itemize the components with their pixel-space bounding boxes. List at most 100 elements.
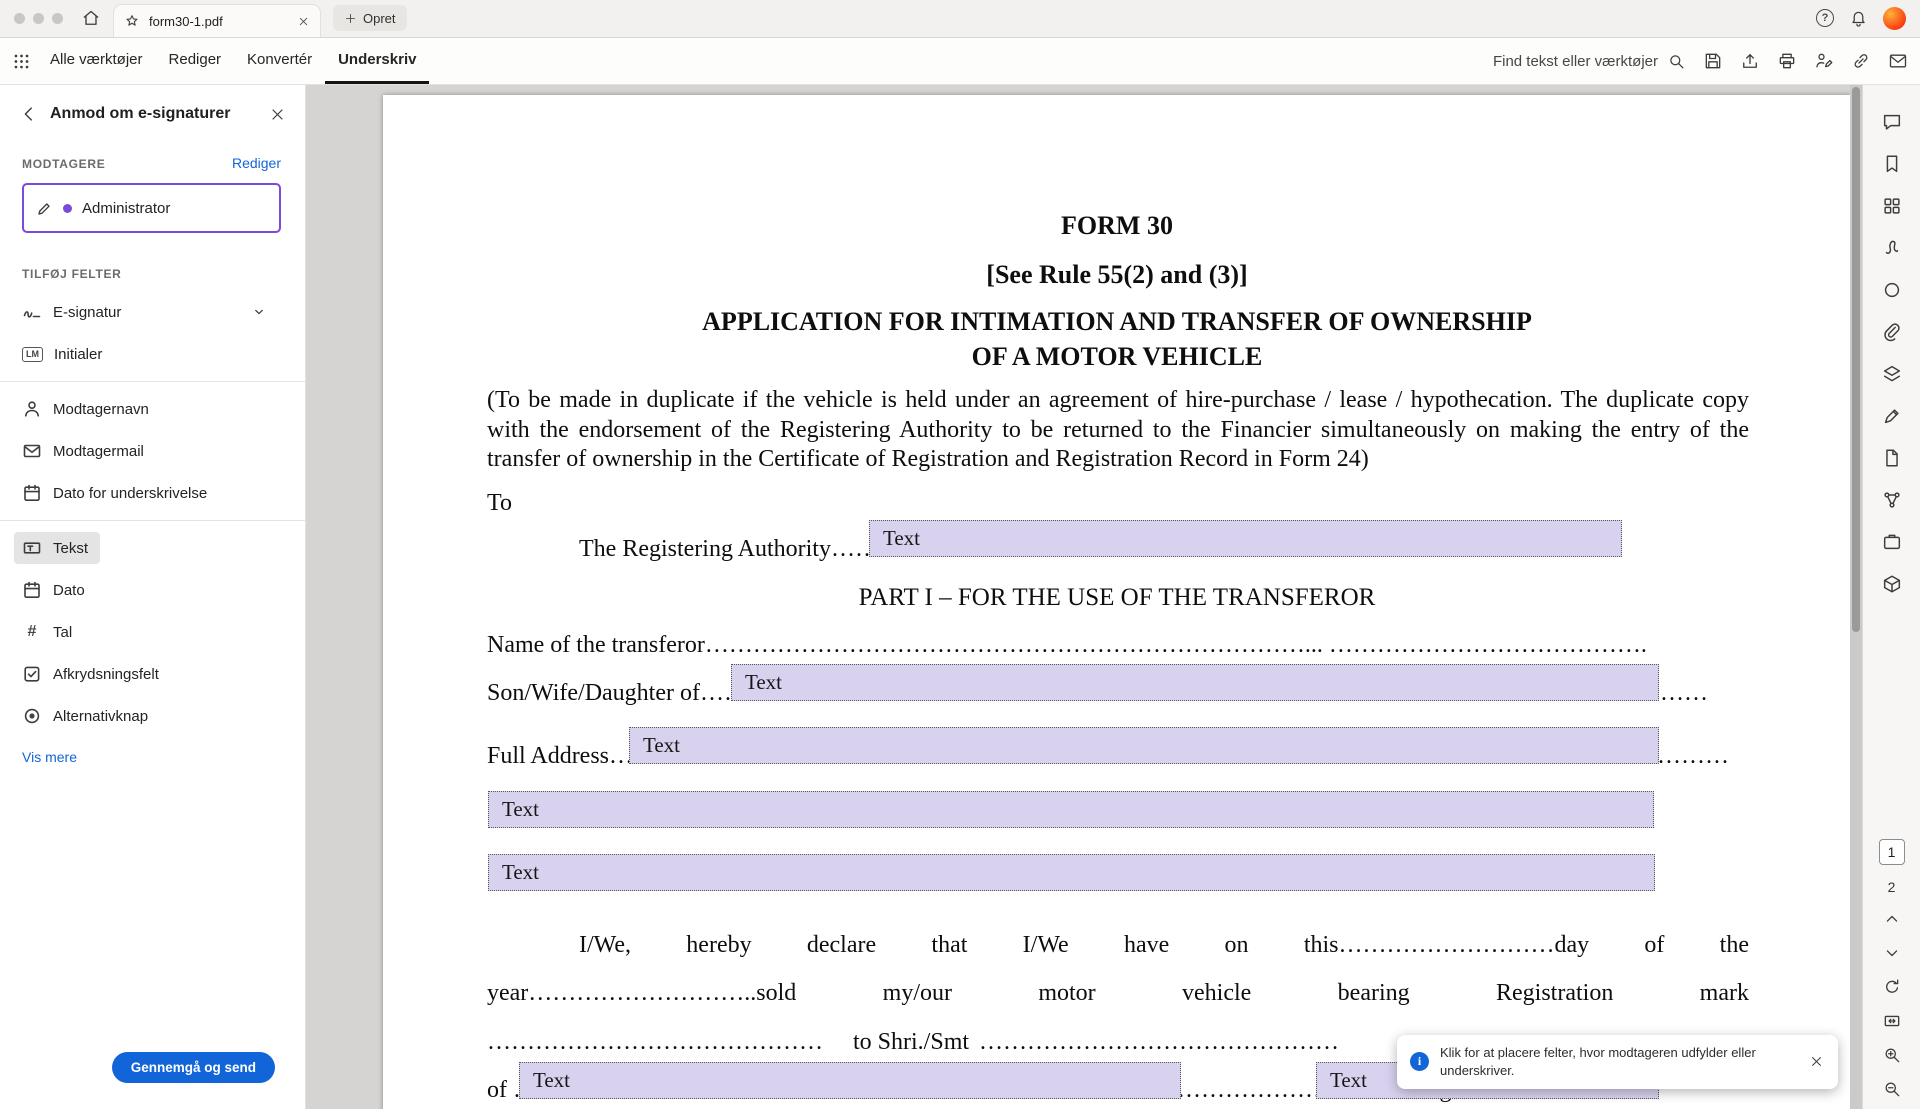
- esign-request-panel: Anmod om e-signaturer MODTAGERE Rediger …: [0, 85, 306, 1109]
- save-button[interactable]: [1703, 51, 1723, 71]
- doc-title: FORM 30: [383, 211, 1851, 241]
- pen-icon: [36, 200, 53, 217]
- document-canvas[interactable]: FORM 30 [See Rule 55(2) and (3)] APPLICA…: [306, 85, 1862, 1109]
- pen-nib-icon: [1881, 405, 1903, 427]
- checkbox-icon: [22, 664, 42, 684]
- print-button[interactable]: [1777, 51, 1797, 71]
- rotate-icon: [1882, 977, 1902, 997]
- share-button[interactable]: [1740, 51, 1760, 71]
- document-icon: [1881, 447, 1903, 469]
- star-icon[interactable]: [124, 13, 140, 29]
- attachments-tool[interactable]: [1881, 321, 1903, 343]
- link-icon: [1851, 51, 1871, 71]
- browser-bar: form30-1.pdf Opret ?: [0, 0, 1920, 38]
- zoom-in-button[interactable]: [1882, 1045, 1902, 1065]
- bookmark-icon: [1881, 153, 1903, 175]
- home-button[interactable]: [81, 8, 101, 28]
- doc-name-line: Name of the transferor…………………………………………………: [487, 632, 1765, 659]
- close-tab-icon[interactable]: [297, 15, 310, 28]
- recipient-name: Administrator: [82, 200, 170, 217]
- doc-intro-paragraph: (To be made in duplicate if the vehicle …: [487, 386, 1749, 475]
- circle-icon: [1881, 279, 1903, 301]
- window-controls[interactable]: [14, 13, 63, 24]
- text-field-son-of[interactable]: Text: [731, 664, 1659, 701]
- save-icon: [1703, 51, 1723, 71]
- chevron-down-icon: [1882, 943, 1902, 963]
- field-item-date[interactable]: Dato: [0, 569, 305, 611]
- total-pages: 2: [1888, 879, 1896, 895]
- menu-edit[interactable]: Rediger: [156, 38, 235, 84]
- field-item-checkbox[interactable]: Afkrydsningsfelt: [0, 653, 305, 695]
- signatures-tool[interactable]: [1881, 237, 1903, 259]
- close-panel-button[interactable]: [268, 105, 287, 124]
- notes-tool[interactable]: [1881, 447, 1903, 469]
- draw-tool[interactable]: [1881, 405, 1903, 427]
- field-item-recipient-mail[interactable]: Modtagermail: [0, 430, 305, 472]
- menu-convert[interactable]: Konvertér: [234, 38, 325, 84]
- profile-avatar[interactable]: [1883, 7, 1906, 30]
- recipient-field[interactable]: Administrator: [22, 183, 281, 233]
- link-button[interactable]: [1851, 51, 1871, 71]
- comments-tool[interactable]: [1881, 111, 1903, 133]
- find-tools-search[interactable]: Find tekst eller værktøjer: [1493, 52, 1686, 71]
- help-icon[interactable]: ?: [1816, 9, 1834, 27]
- panel-title: Anmod om e-signaturer: [50, 105, 258, 123]
- text-field-authority[interactable]: Text: [869, 520, 1622, 557]
- nodes-icon: [1881, 489, 1903, 511]
- menu-all-tools[interactable]: Alle værktøjer: [37, 38, 156, 84]
- next-page-button[interactable]: [1882, 943, 1902, 963]
- field-item-number[interactable]: # Tal: [0, 611, 305, 653]
- zoom-in-icon: [1882, 1045, 1902, 1065]
- review-and-send-button[interactable]: Gennemgå og send: [112, 1052, 275, 1083]
- page-thumbnails-tool[interactable]: [1881, 195, 1903, 217]
- text-field-address-1[interactable]: Text: [629, 727, 1659, 764]
- notifications-button[interactable]: [1849, 9, 1868, 28]
- app-menu-button[interactable]: [12, 38, 31, 84]
- dismiss-toast-button[interactable]: [1808, 1053, 1825, 1070]
- 3d-tool[interactable]: [1881, 573, 1903, 595]
- field-item-sign-date[interactable]: Dato for underskrivelse: [0, 472, 305, 514]
- field-item-esignature[interactable]: E-signatur: [0, 291, 305, 333]
- create-tab-button[interactable]: Opret: [333, 5, 407, 31]
- text-field-of[interactable]: Text: [519, 1062, 1181, 1099]
- bookmarks-tool[interactable]: [1881, 153, 1903, 175]
- toast-message: Klik for at placere felter, hvor modtage…: [1440, 1044, 1797, 1080]
- vertical-scrollbar[interactable]: [1850, 85, 1862, 1109]
- field-item-recipient-name[interactable]: Modtagernavn: [0, 388, 305, 430]
- field-item-text[interactable]: Tekst: [0, 527, 305, 569]
- layers-icon: [1881, 363, 1903, 385]
- rotate-page-button[interactable]: [1882, 977, 1902, 997]
- search-placeholder: Find tekst eller værktøjer: [1493, 53, 1658, 70]
- pdf-page: FORM 30 [See Rule 55(2) and (3)] APPLICA…: [383, 95, 1851, 1109]
- field-item-initials[interactable]: LM Initialer: [0, 333, 305, 375]
- request-signatures-button[interactable]: [1814, 51, 1834, 71]
- connectors-tool[interactable]: [1881, 489, 1903, 511]
- doc-declare-line1: I/We, hereby declare that I/We have on t…: [487, 932, 1749, 959]
- field-item-radio[interactable]: Alternativknap: [0, 695, 305, 737]
- divider: [0, 381, 305, 382]
- calendar-icon: [22, 483, 42, 503]
- edit-recipients-link[interactable]: Rediger: [232, 155, 281, 171]
- fit-width-button[interactable]: [1882, 1011, 1902, 1031]
- text-field-address-2[interactable]: Text: [488, 791, 1654, 828]
- chevron-down-icon[interactable]: [251, 304, 267, 320]
- layers-tool[interactable]: [1881, 363, 1903, 385]
- back-button[interactable]: [18, 103, 40, 125]
- email-button[interactable]: [1888, 51, 1908, 71]
- add-fields-heading: TILFØJ FELTER: [22, 267, 283, 281]
- grid-icon: [1881, 195, 1903, 217]
- previous-page-button[interactable]: [1882, 909, 1902, 929]
- text-field-address-3[interactable]: Text: [488, 854, 1655, 891]
- document-tab[interactable]: form30-1.pdf: [113, 4, 321, 37]
- stamp-tool[interactable]: [1881, 279, 1903, 301]
- scrollbar-thumb[interactable]: [1852, 87, 1860, 632]
- acrobat-app: form30-1.pdf Opret ? Alle værktøjer Redi…: [0, 0, 1920, 1109]
- waffle-icon: [12, 52, 31, 71]
- current-page-input[interactable]: 1: [1879, 839, 1905, 865]
- date-icon: [22, 580, 42, 600]
- divider: [0, 520, 305, 521]
- organize-tool[interactable]: [1881, 531, 1903, 553]
- zoom-out-button[interactable]: [1882, 1079, 1902, 1099]
- menu-sign[interactable]: Underskriv: [325, 38, 429, 84]
- show-more-link[interactable]: Vis mere: [22, 749, 305, 765]
